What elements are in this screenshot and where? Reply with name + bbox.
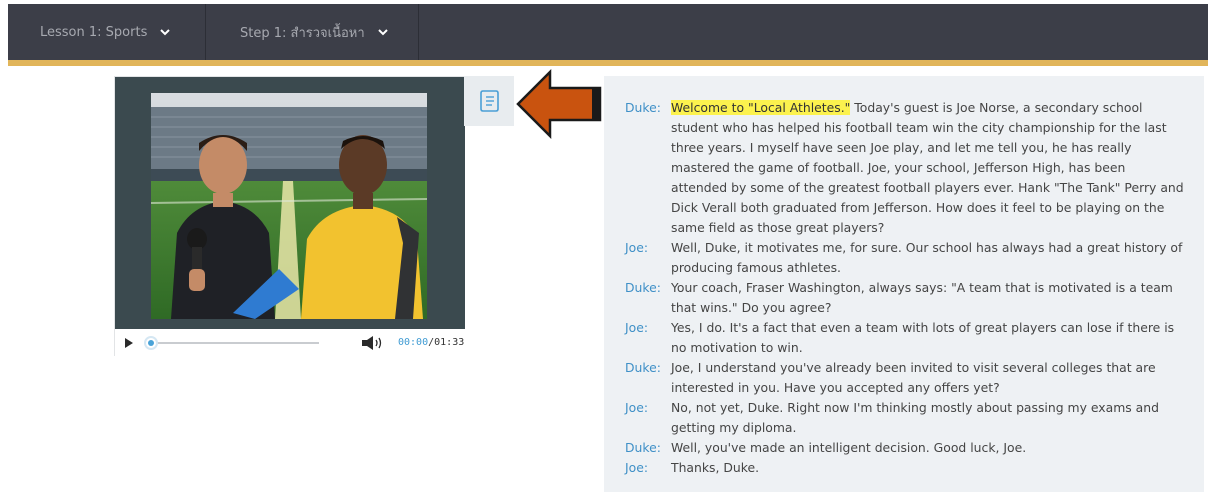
dialogue-body: Yes, I do. It's a fact that even a team … xyxy=(671,320,1175,355)
dialogue-body: Your coach, Fraser Washington, always sa… xyxy=(671,280,1173,315)
transcript-panel: Duke: Welcome to "Local Athletes." Today'… xyxy=(604,76,1204,492)
video-area[interactable] xyxy=(115,77,465,329)
chevron-down-icon xyxy=(160,29,171,36)
accent-divider xyxy=(8,60,1208,66)
dialogue-body: Today's guest is Joe Norse, a secondary … xyxy=(671,100,1184,235)
transcript-line: Joe: No, not yet, Duke. Right now I'm thi… xyxy=(625,398,1184,438)
speaker-name: Duke: xyxy=(625,280,661,295)
dialogue-text: Well, Duke, it motivates me, for sure. O… xyxy=(671,238,1184,278)
pointer-arrow-icon xyxy=(516,68,602,140)
transcript-line: Duke: Your coach, Fraser Washington, alwa… xyxy=(625,278,1184,318)
seek-track[interactable] xyxy=(151,342,319,344)
dialogue-body: Thanks, Duke. xyxy=(671,460,760,475)
speaker-name: Joe: xyxy=(625,240,649,255)
transcript-line: Duke: Welcome to "Local Athletes." Today'… xyxy=(625,98,1184,238)
dialogue-body: Well, Duke, it motivates me, for sure. O… xyxy=(671,240,1183,275)
chevron-down-icon xyxy=(377,29,388,36)
lesson-label: Lesson 1: Sports xyxy=(40,24,148,40)
highlighted-phrase: Welcome to "Local Athletes." xyxy=(671,100,851,115)
transcript-line: Duke: Joe, I understand you've already be… xyxy=(625,358,1184,398)
stadium-interview-image xyxy=(151,93,427,319)
dialogue-text: Thanks, Duke. xyxy=(671,458,1184,478)
dialogue-body: No, not yet, Duke. Right now I'm thinkin… xyxy=(671,400,1159,435)
speaker-name: Duke: xyxy=(625,100,661,115)
dialogue-text: No, not yet, Duke. Right now I'm thinkin… xyxy=(671,398,1184,438)
video-thumbnail xyxy=(151,93,427,319)
step-label: Step 1: สำรวจเนื้อหา xyxy=(240,25,365,41)
play-icon[interactable] xyxy=(125,338,133,348)
player-controls: 00:00/01:33 xyxy=(115,329,465,357)
speaker-name: Duke: xyxy=(625,360,661,375)
transcript-scroll-icon xyxy=(480,90,499,112)
current-time: 00:00 xyxy=(398,337,429,348)
transcript-line: Joe: Well, Duke, it motivates me, for sur… xyxy=(625,238,1184,278)
transcript-line: Joe: Yes, I do. It's a fact that even a t… xyxy=(625,318,1184,358)
dialogue-text: Well, you've made an intelligent decisio… xyxy=(671,438,1184,458)
dialogue-body: Joe, I understand you've already been in… xyxy=(671,360,1156,395)
dialogue-text: Welcome to "Local Athletes." Today's gue… xyxy=(671,98,1184,238)
time-display: 00:00/01:33 xyxy=(398,337,464,348)
step-dropdown[interactable]: Step 1: สำรวจเนื้อหา xyxy=(206,4,419,60)
speaker-name: Joe: xyxy=(625,320,649,335)
transcript-line: Joe: Thanks, Duke. xyxy=(625,458,1184,478)
dialogue-text: Yes, I do. It's a fact that even a team … xyxy=(671,318,1184,358)
top-bar: Lesson 1: Sports Step 1: สำรวจเนื้อหา xyxy=(0,0,1208,66)
speaker-name: Joe: xyxy=(625,460,649,475)
transcript-line: Duke: Well, you've made an intelligent de… xyxy=(625,438,1184,458)
speaker-name: Joe: xyxy=(625,400,649,415)
lesson-dropdown[interactable]: Lesson 1: Sports xyxy=(8,4,206,60)
dialogue-text: Your coach, Fraser Washington, always sa… xyxy=(671,278,1184,318)
speaker-name: Duke: xyxy=(625,440,661,455)
duration: 01:33 xyxy=(434,337,465,348)
seek-handle[interactable] xyxy=(144,336,158,350)
transcript-toggle-button[interactable] xyxy=(464,76,514,126)
video-player: 00:00/01:33 xyxy=(114,76,465,357)
dialogue-body: Well, you've made an intelligent decisio… xyxy=(671,440,1027,455)
lesson-nav: Lesson 1: Sports Step 1: สำรวจเนื้อหา xyxy=(8,4,1208,60)
volume-icon[interactable] xyxy=(362,336,384,350)
dialogue-text: Joe, I understand you've already been in… xyxy=(671,358,1184,398)
